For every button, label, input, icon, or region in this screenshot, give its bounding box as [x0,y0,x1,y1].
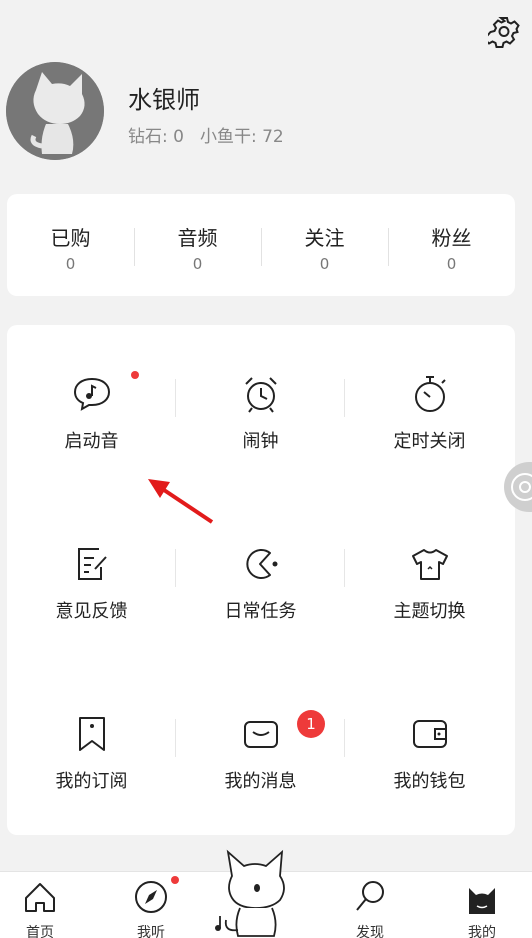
gear-icon[interactable] [488,16,520,48]
tab-listen[interactable]: 我听 [111,872,191,938]
tab-label: 发现 [356,925,384,938]
wallet-icon [412,720,447,748]
count-following[interactable]: 关注 0 [261,194,388,296]
house-icon [25,883,55,912]
magnifier-icon [356,881,384,911]
annotation-arrow-icon [148,479,214,524]
music-bubble-icon [73,377,110,411]
username: 水银师 [128,86,200,114]
menu-label: 启动音 [64,431,119,452]
menu-label: 我的钱包 [393,771,466,792]
count-label: 音频 [177,226,218,250]
cat-avatar-icon [6,62,104,160]
count-value: 0 [192,255,203,273]
menu-theme-switch[interactable]: 主题切换 [345,543,514,623]
menu-daily-tasks[interactable]: 日常任务 [176,543,345,623]
fish-count: 小鱼干: 72 [199,127,284,147]
count-label: 粉丝 [431,226,472,250]
count-label: 关注 [304,226,345,250]
tab-discover[interactable]: 发现 [330,872,410,938]
stopwatch-icon [414,376,446,412]
tab-home[interactable]: 首页 [0,872,80,938]
menu-wallet[interactable]: 我的钱包 [345,713,514,793]
menu-alarm[interactable]: 闹钟 [176,373,345,453]
menu-label: 定时关闭 [393,431,466,452]
diamond-count: 钻石: 0 [128,127,184,147]
menu-label: 主题切换 [393,601,466,622]
feedback-edit-icon [77,548,107,580]
compass-icon [135,881,167,913]
count-label: 已购 [50,226,91,250]
aperture-icon [511,473,532,501]
menu-label: 我的订阅 [55,771,128,792]
bookmark-icon [78,717,105,751]
menu-startup-sound[interactable]: 启动音 [7,373,176,453]
count-value: 0 [319,255,330,273]
avatar[interactable] [6,62,104,160]
tab-label: 首页 [26,925,54,938]
tab-label: 我的 [468,925,496,938]
count-fans[interactable]: 粉丝 0 [388,194,515,296]
count-audio[interactable]: 音频 0 [134,194,261,296]
menu-timer-off[interactable]: 定时关闭 [345,373,514,453]
wallet-stats: 钻石: 0 小鱼干: 72 [128,122,300,147]
message-count-badge: 1 [297,710,325,738]
new-dot [171,876,179,884]
new-dot [131,371,139,379]
menu-label: 闹钟 [242,431,279,452]
tab-label: 我听 [137,925,165,938]
menu-label: 意见反馈 [55,601,128,622]
menu-subscriptions[interactable]: 我的订阅 [7,713,176,793]
alarm-clock-icon [244,377,277,413]
menu-feedback[interactable]: 意见反馈 [7,543,176,623]
menu-label: 日常任务 [224,601,297,622]
count-value: 0 [65,255,76,273]
menu-label: 我的消息 [224,771,297,792]
envelope-icon [243,721,278,748]
pacman-icon [245,549,277,579]
cat-mascot-button[interactable] [210,846,300,938]
tab-mine[interactable]: 我的 [442,872,522,938]
count-purchased[interactable]: 已购 0 [7,194,134,296]
black-cat-icon [469,888,495,914]
counts-card: 已购 0 音频 0 关注 0 粉丝 0 [7,194,515,296]
count-value: 0 [446,255,457,273]
tshirt-icon [411,549,448,580]
feature-grid: 启动音 闹钟 定时关闭 意见反馈 日常任务 主题切换 我的订阅 我的消息 1 我… [7,325,515,835]
